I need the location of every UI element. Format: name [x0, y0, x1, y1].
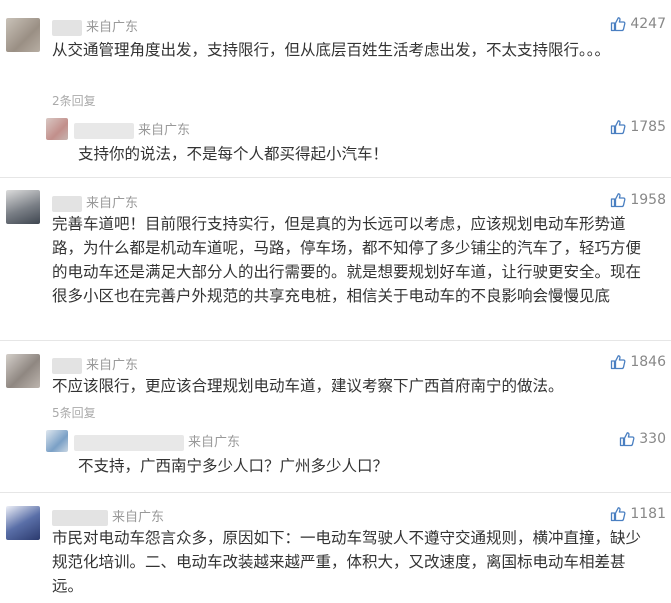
reply-author[interactable]: 来自广东 — [74, 431, 240, 451]
comment-source: 来自广东 — [112, 510, 165, 525]
reply-count-link[interactable]: 5条回复 — [52, 404, 96, 421]
thumbs-up-icon — [611, 17, 626, 32]
reply-count-link[interactable]: 2条回复 — [52, 92, 96, 109]
thumbs-up-icon — [611, 507, 626, 522]
author-name-blurred — [52, 195, 82, 212]
author-name-blurred — [74, 434, 184, 451]
comment-author[interactable]: 来自广东 — [52, 192, 138, 212]
comment-item: 来自广东 1846 不应该限行，更应该合理规划电动车道，建议考察下广西首府南宁的… — [0, 342, 671, 490]
avatar[interactable] — [6, 354, 40, 388]
like-count: 4247 — [630, 16, 666, 32]
comment-item: 来自广东 4247 从交通管理角度出发，支持限行，但从底层百姓生活考虑出发，不太… — [0, 0, 671, 175]
like-button[interactable]: 1958 — [610, 192, 666, 208]
comment-text: 不应该限行，更应该合理规划电动车道，建议考察下广西首府南宁的做法。 — [52, 377, 564, 395]
like-count: 1846 — [630, 354, 666, 370]
like-button[interactable]: 1785 — [610, 119, 666, 135]
like-button[interactable]: 330 — [619, 431, 666, 447]
author-name-blurred — [74, 122, 134, 139]
comment-source: 来自广东 — [86, 358, 139, 373]
comment-text: 从交通管理角度出发，支持限行，但从底层百姓生活考虑出发，不太支持限行。。。 — [52, 41, 611, 59]
comment-text: 市民对电动车怨言众多，原因如下：一电动车驾驶人不遵守交通规则，横冲直撞，缺少规范… — [52, 529, 642, 595]
thumbs-up-icon — [611, 120, 626, 135]
comment-author[interactable]: 来自广东 — [52, 16, 138, 36]
comment-author[interactable]: 来自广东 — [52, 354, 138, 374]
reply-text: 不支持，广西南宁多少人口？广州多少人口？ — [78, 457, 389, 475]
comment-source: 来自广东 — [86, 20, 139, 35]
thumbs-up-icon — [611, 355, 626, 370]
like-count: 1181 — [630, 506, 666, 522]
like-button[interactable]: 1846 — [610, 354, 666, 370]
divider — [0, 177, 671, 178]
thumbs-up-icon — [611, 193, 626, 208]
avatar[interactable] — [46, 118, 68, 140]
author-name-blurred — [52, 19, 82, 36]
reply-source: 来自广东 — [138, 123, 191, 138]
comment-item: 来自广东 1958 完善车道吧！目前限行支持实行，但是真的为长远可以考虑，应该规… — [0, 180, 671, 340]
reply-item: 来自广东 330 不支持，广西南宁多少人口？广州多少人口？ — [40, 424, 671, 486]
thumbs-up-icon — [620, 432, 635, 447]
comment-item: 来自广东 1181 市民对电动车怨言众多，原因如下：一电动车驾驶人不遵守交通规则… — [0, 494, 671, 603]
reply-author[interactable]: 来自广东 — [74, 119, 190, 139]
divider — [0, 492, 671, 493]
comment-source: 来自广东 — [86, 196, 139, 211]
reply-source: 来自广东 — [188, 435, 241, 450]
divider — [0, 340, 671, 341]
avatar[interactable] — [6, 18, 40, 52]
author-name-blurred — [52, 509, 108, 526]
avatar[interactable] — [6, 506, 40, 540]
avatar[interactable] — [46, 430, 68, 452]
comment-author[interactable]: 来自广东 — [52, 506, 164, 526]
avatar[interactable] — [6, 190, 40, 224]
author-name-blurred — [52, 357, 82, 374]
reply-text: 支持你的说法，不是每个人都买得起小汽车！ — [78, 145, 389, 163]
reply-item: 来自广东 1785 支持你的说法，不是每个人都买得起小汽车！ — [40, 112, 671, 172]
like-count: 330 — [639, 431, 666, 447]
comment-text: 完善车道吧！目前限行支持实行，但是真的为长远可以考虑，应该规划电动车形势道路，为… — [52, 215, 642, 305]
like-button[interactable]: 1181 — [610, 506, 666, 522]
like-count: 1785 — [630, 119, 666, 135]
like-count: 1958 — [630, 192, 666, 208]
like-button[interactable]: 4247 — [610, 16, 666, 32]
